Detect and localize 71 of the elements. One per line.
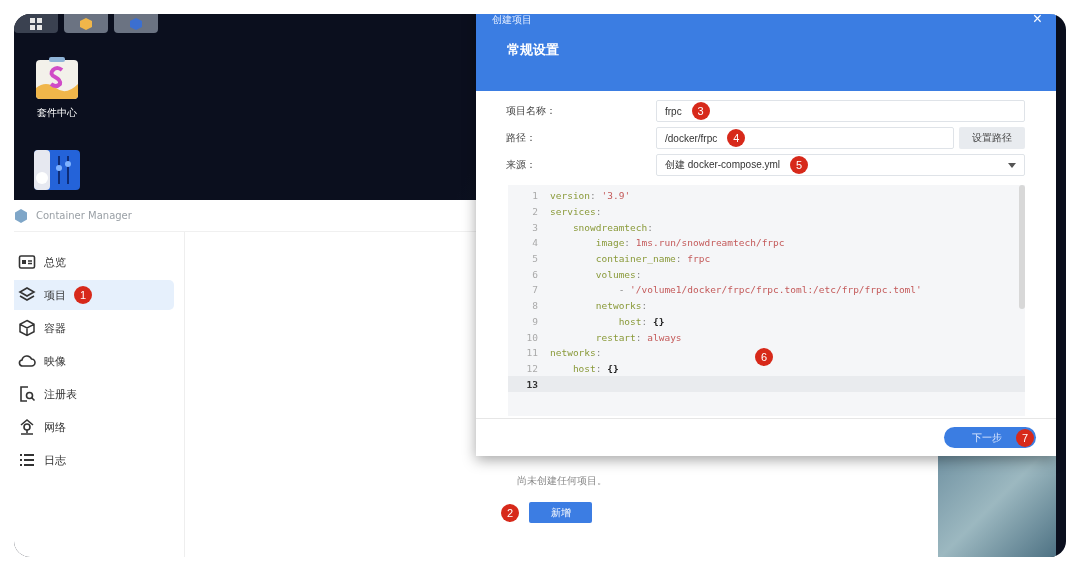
step-marker: 1 xyxy=(74,286,92,304)
layers-icon xyxy=(18,286,36,304)
code-editor[interactable] xyxy=(508,185,1025,416)
dialog-title: 创建项目 xyxy=(492,14,532,27)
line-number: 7 xyxy=(531,284,539,296)
code-line: networks: xyxy=(550,347,602,359)
field-label: 项目名称： xyxy=(506,104,557,118)
close-button[interactable]: × xyxy=(1032,14,1042,27)
line-number: 13 xyxy=(525,378,539,390)
window-title: Container Manager xyxy=(36,210,132,221)
code-line: - '/volume1/docker/frpc/frpc.toml:/etc/frp/frpc.toml' xyxy=(617,284,922,296)
step-marker: 6 xyxy=(755,348,773,366)
input-field[interactable]: /docker/frpc 4 xyxy=(656,127,954,149)
sidebar-item[interactable]: 注册表 xyxy=(14,379,174,409)
line-number: 6 xyxy=(531,268,539,280)
code-line: image: 1ms.run/snowdreamtech/frpc xyxy=(594,237,785,249)
set-path-button[interactable]: 设置路径 xyxy=(959,127,1025,149)
code-line: container_name: frpc xyxy=(594,253,711,265)
shopping-bag-icon xyxy=(35,56,79,100)
field-label: 路径： xyxy=(506,131,537,145)
line-number: 8 xyxy=(531,300,539,312)
line-number: 2 xyxy=(531,206,539,218)
step-marker: 2 xyxy=(501,503,519,522)
sidebar-item[interactable]: 网络 xyxy=(14,412,174,442)
line-number: 1 xyxy=(531,190,539,202)
desktop-icon-label[interactable]: 套件中心 xyxy=(37,106,77,120)
source-dropdown[interactable]: 创建 docker-compose.yml 5 xyxy=(656,154,1025,176)
empty-message: 尚未创建任何项目。 xyxy=(517,474,607,488)
code-line: networks: xyxy=(594,300,648,312)
sidebar-item[interactable]: 日志 xyxy=(14,445,174,475)
field-label: 来源： xyxy=(506,158,537,172)
sidebar-item[interactable]: 容器 xyxy=(14,313,174,343)
line-number: 4 xyxy=(531,237,539,249)
code-line: snowdreamtech: xyxy=(571,221,653,233)
line-number: 9 xyxy=(531,315,539,327)
code-line: host: {} xyxy=(617,315,665,327)
app-icon xyxy=(79,17,93,30)
input-field[interactable]: frpc 3 xyxy=(656,100,1025,122)
cube-icon xyxy=(18,319,36,337)
add-button[interactable]: 新增 xyxy=(529,502,592,523)
step-marker: 3 xyxy=(691,102,710,120)
code-line: services: xyxy=(550,206,602,218)
sidebar-item[interactable]: 总览 xyxy=(14,247,174,277)
next-button[interactable]: 下一步 7 xyxy=(944,427,1036,448)
sidebar-item[interactable]: 映像 xyxy=(14,346,174,376)
step-marker: 5 xyxy=(790,156,809,174)
app-icon xyxy=(129,17,143,30)
step-marker: 7 xyxy=(1016,428,1034,447)
cloud-icon xyxy=(18,352,36,370)
caret-icon xyxy=(1008,162,1016,168)
scrollbar[interactable] xyxy=(1019,185,1025,309)
section-heading: 常规设置 xyxy=(506,41,560,59)
grid-icon xyxy=(29,17,43,30)
step-marker: 4 xyxy=(727,129,746,147)
code-line: volumes: xyxy=(594,268,642,280)
code-line: restart: always xyxy=(594,331,682,343)
line-number: 10 xyxy=(525,331,539,343)
line-number: 3 xyxy=(531,221,539,233)
code-line: host: {} xyxy=(571,362,619,374)
list-icon xyxy=(18,451,36,469)
line-number: 5 xyxy=(531,253,539,265)
overview-icon xyxy=(18,253,36,271)
hexagon-icon xyxy=(14,208,28,223)
sidebar-item[interactable]: 项目 1 xyxy=(14,280,174,310)
line-number: 12 xyxy=(525,362,539,374)
code-line: version: '3.9' xyxy=(550,190,631,202)
registry-icon xyxy=(18,385,36,403)
taskbar-button[interactable] xyxy=(14,14,58,33)
sliders-icon xyxy=(34,150,80,190)
network-icon xyxy=(18,418,36,436)
line-number: 11 xyxy=(525,347,539,359)
